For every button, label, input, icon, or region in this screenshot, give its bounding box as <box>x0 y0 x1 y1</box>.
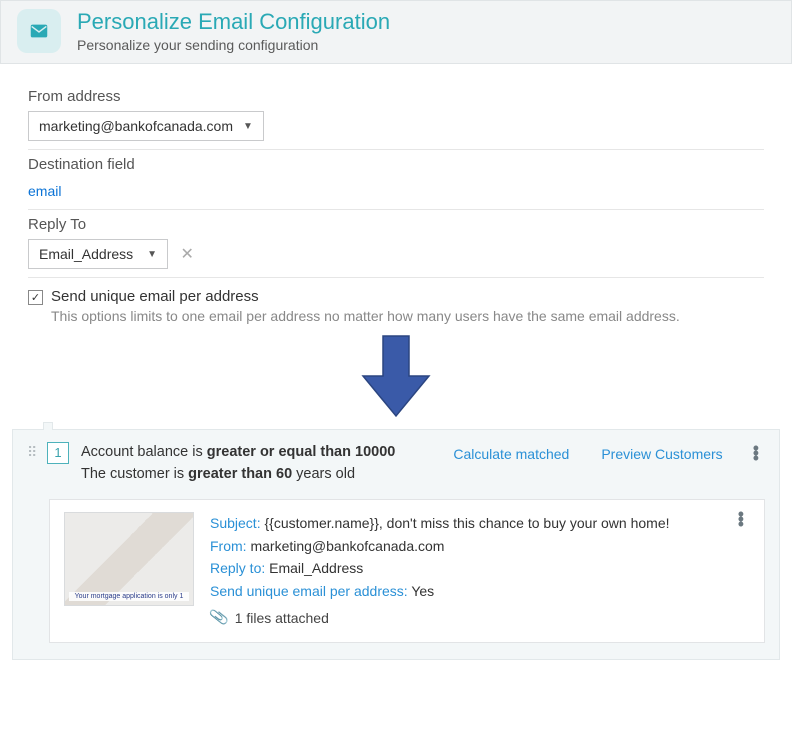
reply-to-field: Reply To Email_Address ▼ ✕ <box>28 216 764 278</box>
reply-to-dropdown[interactable]: Email_Address ▼ <box>28 239 168 269</box>
reply-to-value: Email_Address <box>39 246 133 262</box>
email-unique-value: Yes <box>411 583 434 599</box>
rule-panel: ⠿ 1 Account balance is greater or equal … <box>12 429 780 660</box>
preview-customers-button[interactable]: Preview Customers <box>593 442 730 466</box>
unique-email-description: This options limits to one email per add… <box>51 307 691 326</box>
calculate-matched-button[interactable]: Calculate matched <box>445 442 577 466</box>
destination-label: Destination field <box>28 156 764 173</box>
rule-line2-post: years old <box>292 466 355 482</box>
chevron-down-icon: ▼ <box>243 121 253 132</box>
thumbnail-caption: Your mortgage application is only 1 <box>69 592 189 601</box>
page-title: Personalize Email Configuration <box>77 9 390 35</box>
rule-header-row: ⠿ 1 Account balance is greater or equal … <box>27 442 765 486</box>
email-thumbnail[interactable]: Your mortgage application is only 1 <box>64 512 194 606</box>
destination-field: Destination field email <box>28 156 764 210</box>
email-card: Your mortgage application is only 1 Subj… <box>49 499 765 643</box>
rule-line1-pre: Account balance is <box>81 444 207 460</box>
subject-label: Subject: <box>210 515 264 531</box>
drag-handle-icon[interactable]: ⠿ <box>27 448 41 456</box>
email-reply-label: Reply to: <box>210 560 269 576</box>
rule-number-badge: 1 <box>47 442 69 464</box>
destination-value[interactable]: email <box>28 179 61 201</box>
config-form: From address marketing@bankofcanada.com … <box>0 64 792 429</box>
from-address-dropdown[interactable]: marketing@bankofcanada.com ▼ <box>28 111 264 141</box>
rule-menu-icon[interactable]: ••• <box>747 446 765 461</box>
attachment-text: 1 files attached <box>235 607 329 629</box>
rule-panel-tab <box>43 422 53 430</box>
email-from-label: From: <box>210 538 250 554</box>
rule-line1-bold: greater or equal than 10000 <box>207 444 396 460</box>
arrow-indicator <box>28 332 764 425</box>
paperclip-icon: 📎 <box>208 605 231 632</box>
email-meta: Subject: {{customer.name}}, don't miss t… <box>210 512 724 630</box>
email-unique-label: Send unique email per address: <box>210 583 411 599</box>
from-address-value: marketing@bankofcanada.com <box>39 118 233 134</box>
email-reply-value: Email_Address <box>269 560 363 576</box>
from-address-field: From address marketing@bankofcanada.com … <box>28 88 764 150</box>
reply-to-label: Reply To <box>28 216 764 233</box>
rule-line2-pre: The customer is <box>81 466 188 482</box>
email-menu-icon[interactable]: ••• <box>732 512 750 527</box>
unique-email-label: Send unique email per address <box>51 288 259 305</box>
rule-line2-bold: greater than 60 <box>188 466 292 482</box>
subject-value: {{customer.name}}, don't miss this chanc… <box>264 515 669 531</box>
rule-conditions: Account balance is greater or equal than… <box>81 442 445 486</box>
clear-reply-to-icon[interactable]: ✕ <box>180 246 193 263</box>
chevron-down-icon: ▼ <box>147 249 157 260</box>
arrow-down-icon <box>357 332 435 420</box>
page-header: Personalize Email Configuration Personal… <box>0 0 792 64</box>
rule-actions: Calculate matched Preview Customers ••• <box>445 442 765 466</box>
email-icon <box>17 9 61 53</box>
page-subtitle: Personalize your sending configuration <box>77 37 390 53</box>
unique-email-row: ✓ Send unique email per address <box>28 288 764 305</box>
email-from-value: marketing@bankofcanada.com <box>250 538 444 554</box>
unique-email-checkbox[interactable]: ✓ <box>28 290 43 305</box>
from-address-label: From address <box>28 88 764 105</box>
attachment-row: 📎 1 files attached <box>210 606 724 630</box>
